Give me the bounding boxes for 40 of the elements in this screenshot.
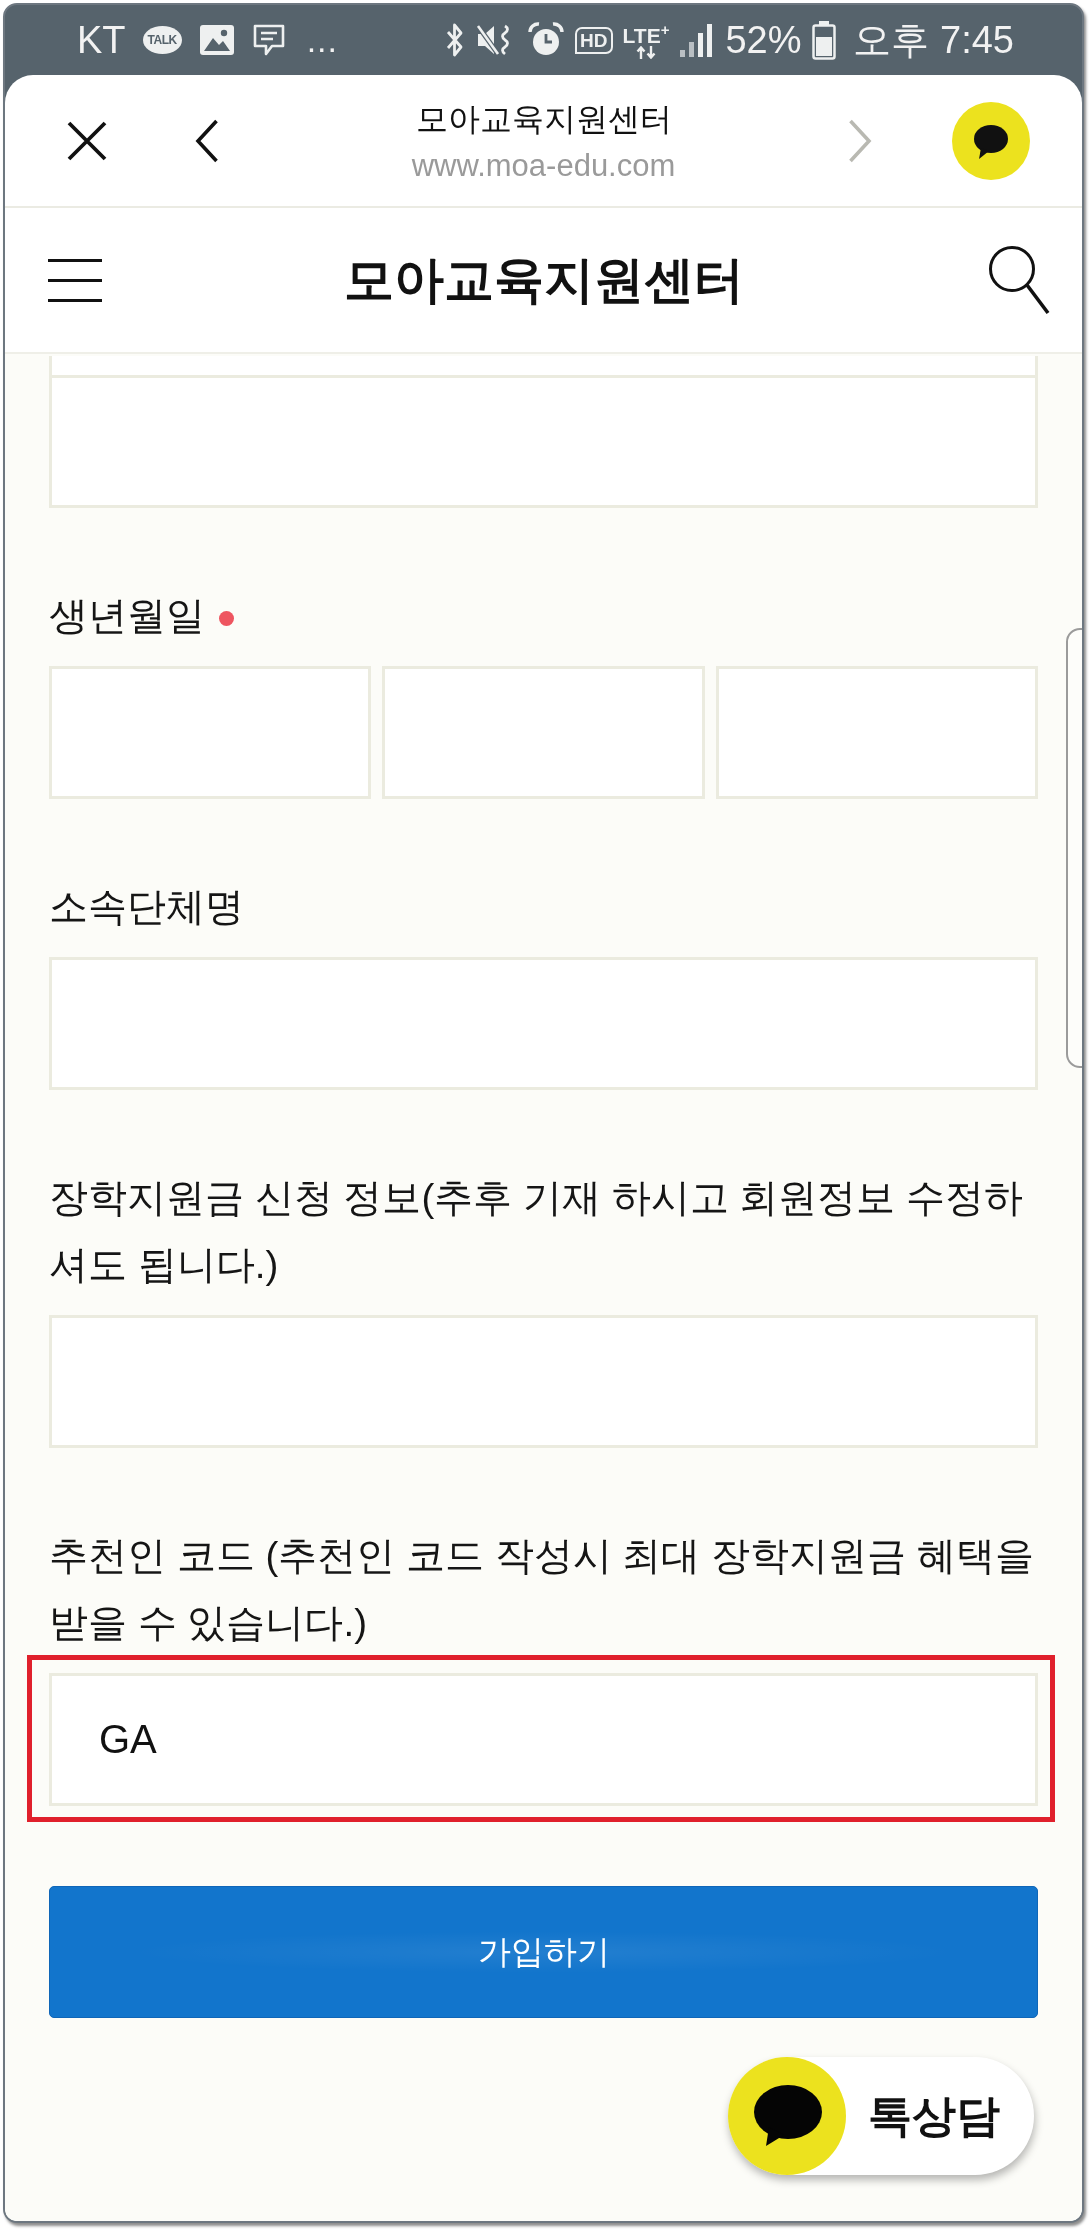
search-button[interactable]: [988, 245, 1050, 315]
more-notifications-text: ...: [306, 20, 338, 60]
battery-percent: 52%: [725, 18, 802, 62]
talk-badge: TALK: [142, 26, 182, 54]
chat-bubble-icon: [952, 101, 1030, 180]
site-title: 모아교육지원센터: [343, 250, 744, 310]
gallery-icon: [198, 24, 235, 56]
carrier-name: KT: [77, 18, 126, 62]
clock-time: 오후 7:45: [853, 17, 1014, 63]
hd-badge: HD: [575, 26, 613, 54]
network-type-label: LTE$^{+}$: [622, 21, 670, 46]
input-field[interactable]: [382, 666, 705, 799]
field-label: 소속단체명: [49, 885, 244, 928]
page-title: 모아교육지원센터: [415, 99, 672, 139]
menu-icon: [48, 258, 102, 302]
data-arrows-icon: [635, 45, 656, 59]
back-icon: [195, 118, 219, 163]
input-field[interactable]: [49, 957, 1038, 1090]
forward-icon: [848, 118, 872, 163]
input-field[interactable]: [49, 356, 1038, 375]
input-field[interactable]: [49, 666, 372, 799]
field-label: 생년월일: [49, 594, 205, 637]
close-button[interactable]: [67, 120, 107, 161]
close-icon: [67, 120, 107, 161]
search-icon: [988, 245, 1050, 315]
battery-icon: [811, 20, 838, 60]
back-button[interactable]: [195, 118, 219, 163]
chat-bubble-icon: [728, 2057, 846, 2175]
field-label: 추천인 코드 (추천인 코드 작성시 최대 장학지원금 혜택을 받을 수 있습니다.): [49, 1534, 1034, 1644]
input-field[interactable]: GA: [49, 1673, 1038, 1806]
input-field[interactable]: [715, 666, 1038, 799]
signup-button[interactable]: 가입하기: [49, 1886, 1038, 2018]
message-icon: [251, 23, 286, 57]
chat-button[interactable]: [952, 101, 1030, 180]
menu-button[interactable]: [48, 258, 102, 302]
page-url: www.moa-edu.com: [411, 147, 676, 184]
input-field[interactable]: [49, 1315, 1038, 1448]
chat-consult-button[interactable]: 톡상담: [728, 2057, 1034, 2175]
input-field[interactable]: [49, 375, 1038, 508]
field-label: 장학지원금 신청 정보(추후 기재 하시고 회원정보 수정하셔도 됩니다.): [49, 1176, 1024, 1286]
